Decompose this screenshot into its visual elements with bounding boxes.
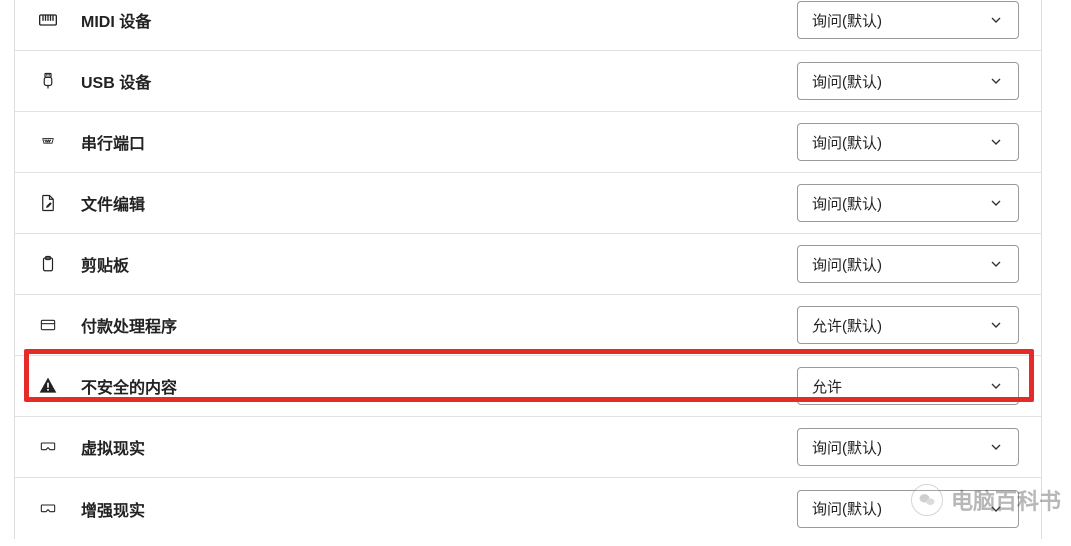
watermark: 电脑百科书 (911, 484, 1061, 516)
file-edit-icon (37, 192, 59, 214)
setting-label: 串行端口 (81, 130, 145, 154)
setting-label: 剪贴板 (81, 252, 129, 276)
clipboard-icon (37, 253, 59, 275)
select-value: 询问(默认) (812, 254, 882, 275)
setting-select-serial[interactable]: 询问(默认) (797, 123, 1019, 161)
midi-icon (37, 9, 59, 31)
setting-row-clipboard: 剪贴板 询问(默认) (15, 234, 1041, 295)
setting-row-file-edit: 文件编辑 询问(默认) (15, 173, 1041, 234)
setting-row-vr: 虚拟现实 询问(默认) (15, 417, 1041, 478)
chevron-down-icon (988, 439, 1004, 455)
warning-icon (37, 375, 59, 397)
chevron-down-icon (988, 134, 1004, 150)
setting-row-usb: USB 设备 询问(默认) (15, 51, 1041, 112)
setting-label: 不安全的内容 (81, 374, 177, 398)
setting-label: 付款处理程序 (81, 313, 177, 337)
setting-select-usb[interactable]: 询问(默认) (797, 62, 1019, 100)
watermark-text: 电脑百科书 (951, 484, 1061, 516)
chevron-down-icon (988, 73, 1004, 89)
setting-select-insecure-content[interactable]: 允许 (797, 367, 1019, 405)
setting-label: 虚拟现实 (81, 435, 145, 459)
chevron-down-icon (988, 12, 1004, 28)
setting-select-vr[interactable]: 询问(默认) (797, 428, 1019, 466)
select-value: 询问(默认) (812, 71, 882, 92)
select-value: 询问(默认) (812, 437, 882, 458)
select-value: 允许 (812, 376, 842, 397)
setting-label: USB 设备 (81, 69, 151, 93)
setting-row-payment: 付款处理程序 允许(默认) (15, 295, 1041, 356)
chevron-down-icon (988, 256, 1004, 272)
setting-row-insecure-content: 不安全的内容 允许 (15, 356, 1041, 417)
wechat-icon (911, 484, 943, 516)
setting-label: 增强现实 (81, 497, 145, 521)
select-value: 询问(默认) (812, 132, 882, 153)
setting-select-clipboard[interactable]: 询问(默认) (797, 245, 1019, 283)
setting-label: MIDI 设备 (81, 8, 151, 32)
setting-select-file-edit[interactable]: 询问(默认) (797, 184, 1019, 222)
setting-row-ar: 增强现实 询问(默认) (15, 478, 1041, 539)
chevron-down-icon (988, 378, 1004, 394)
settings-panel: MIDI 设备 询问(默认) USB 设备 询问(默认) (14, 0, 1042, 539)
setting-select-payment[interactable]: 允许(默认) (797, 306, 1019, 344)
chevron-down-icon (988, 317, 1004, 333)
chevron-down-icon (988, 195, 1004, 211)
select-value: 询问(默认) (812, 498, 882, 519)
setting-label: 文件编辑 (81, 191, 145, 215)
setting-row-serial: 串行端口 询问(默认) (15, 112, 1041, 173)
select-value: 询问(默认) (812, 10, 882, 31)
usb-icon (37, 70, 59, 92)
vr-icon (37, 436, 59, 458)
serial-icon (37, 131, 59, 153)
payment-icon (37, 314, 59, 336)
setting-row-midi: MIDI 设备 询问(默认) (15, 0, 1041, 51)
select-value: 允许(默认) (812, 315, 882, 336)
ar-icon (37, 498, 59, 520)
setting-select-midi[interactable]: 询问(默认) (797, 1, 1019, 39)
select-value: 询问(默认) (812, 193, 882, 214)
